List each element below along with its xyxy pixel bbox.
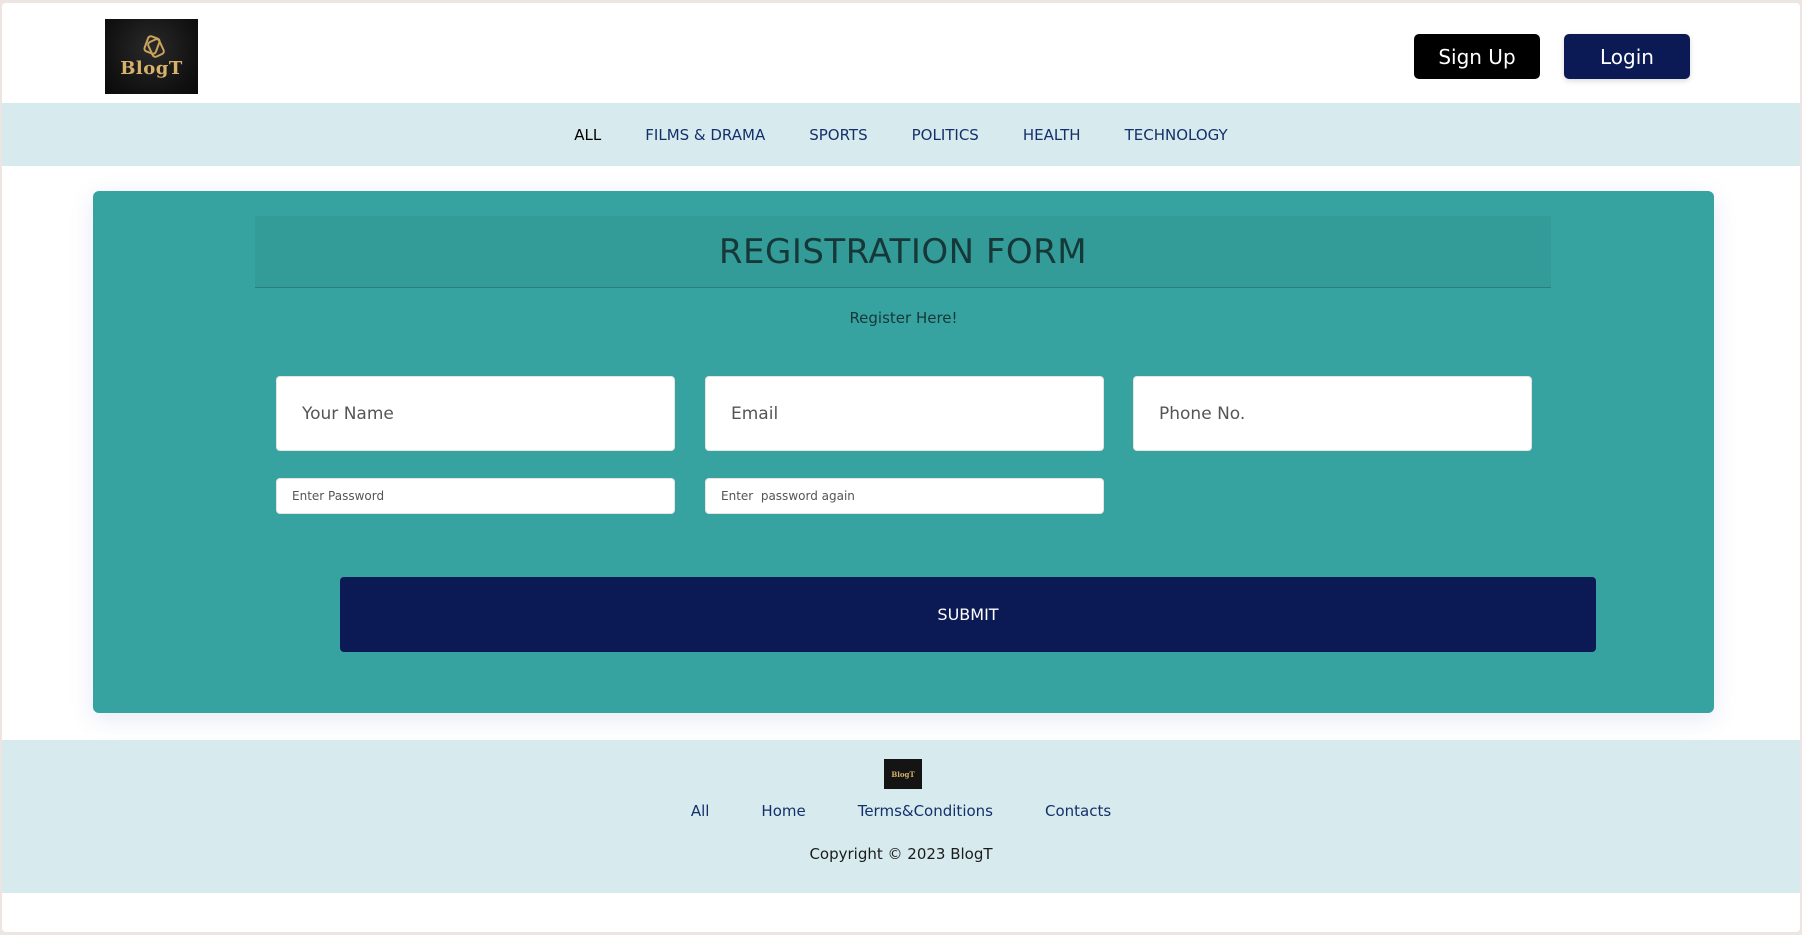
phone-input[interactable] (1133, 376, 1532, 451)
nav-item-health[interactable]: HEALTH (1023, 126, 1081, 144)
nav-item-politics[interactable]: POLITICS (912, 126, 979, 144)
nav-item-technology[interactable]: TECHNOLOGY (1125, 126, 1228, 144)
password-confirm-input[interactable] (705, 478, 1104, 514)
logo[interactable]: BlogT (105, 19, 198, 94)
copyright-text: Copyright © 2023 BlogT (809, 845, 993, 863)
email-input[interactable] (705, 376, 1104, 451)
submit-button[interactable]: SUBMIT (340, 577, 1596, 652)
login-button[interactable]: Login (1564, 34, 1690, 79)
footer-link-contacts[interactable]: Contacts (1045, 802, 1111, 820)
name-input[interactable] (276, 376, 675, 451)
form-title: REGISTRATION FORM (718, 231, 1088, 272)
page: BlogT Sign Up Login ALL FILMS & DRAMA SP… (2, 3, 1800, 932)
footer-link-all[interactable]: All (691, 802, 710, 820)
password-input[interactable] (276, 478, 675, 514)
nav-item-films-drama[interactable]: FILMS & DRAMA (645, 126, 765, 144)
logo-emblem-icon (143, 34, 161, 56)
footer-link-home[interactable]: Home (761, 802, 805, 820)
registration-card: REGISTRATION FORM Register Here! SUBMIT (93, 191, 1714, 713)
footer-link-terms[interactable]: Terms&Conditions (858, 802, 993, 820)
footer-logo-text: BlogT (891, 769, 915, 779)
form-header: REGISTRATION FORM (255, 216, 1551, 288)
nav-item-sports[interactable]: SPORTS (809, 126, 867, 144)
signup-button[interactable]: Sign Up (1414, 34, 1540, 79)
category-nav: ALL FILMS & DRAMA SPORTS POLITICS HEALTH… (2, 103, 1800, 166)
footer: BlogT All Home Terms&Conditions Contacts… (2, 740, 1800, 893)
logo-text: BlogT (120, 58, 183, 79)
form-subtitle: Register Here! (849, 309, 958, 327)
footer-links: All Home Terms&Conditions Contacts (2, 802, 1800, 820)
header: BlogT Sign Up Login (2, 3, 1800, 103)
footer-logo[interactable]: BlogT (884, 759, 922, 789)
nav-item-all[interactable]: ALL (574, 126, 601, 144)
